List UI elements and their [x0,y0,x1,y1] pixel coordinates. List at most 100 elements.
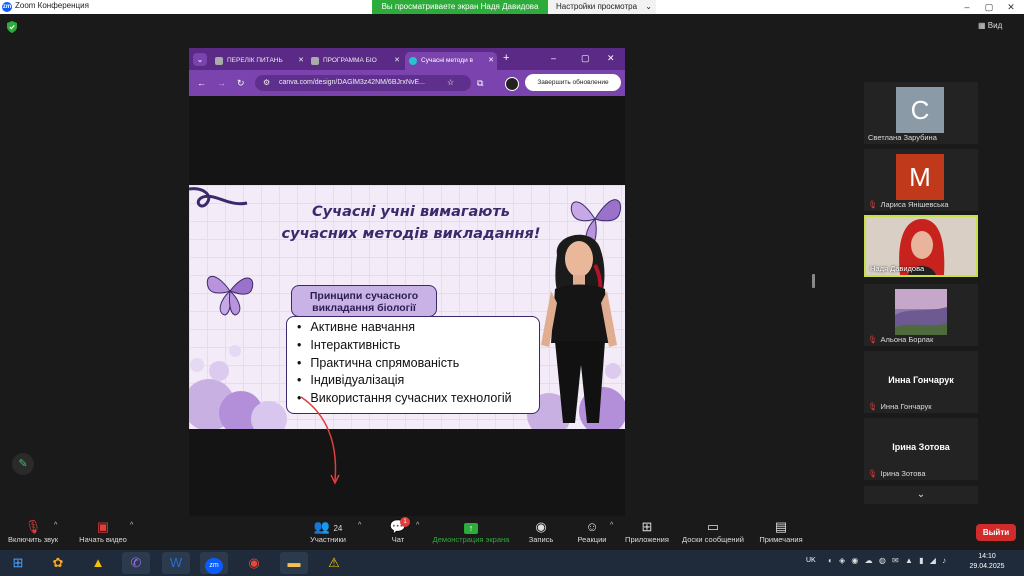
warning-app-icon[interactable]: ⚠ [320,552,348,574]
paint-app-icon[interactable]: ✿ [44,552,72,574]
maximize-icon[interactable]: ▢ [978,0,1000,14]
close-icon[interactable]: ✕ [1000,0,1022,14]
participant-tile-active-speaker[interactable]: Надя Давидова [864,215,978,277]
language-indicator[interactable]: UK [806,557,816,564]
gallery-next-chevron-icon[interactable]: ⌄ [864,486,978,504]
screen-share-banner: Вы просматриваете экран Надя Давидова [372,0,548,14]
participant-display-name: Инна Гончарук [888,375,954,385]
zoom-app-icon[interactable]: zm [200,552,228,574]
window-title: Zoom Конференция [15,1,89,10]
extensions-icon[interactable]: ⧉ [477,75,483,91]
list-item: Індивідуалізація [297,372,512,390]
reactions-button[interactable]: ☺ Реакции [574,519,610,544]
video-options-caret-icon[interactable]: ^ [130,522,133,529]
list-item: Інтерактивність [297,337,512,355]
close-tab-icon[interactable]: ✕ [488,52,494,70]
slide-title: Сучасні учні вимагають сучасних методів … [279,201,543,245]
whiteboard-icon: ▭ [706,519,720,534]
participants-count: 24 [333,524,343,533]
profile-avatar[interactable] [505,77,519,91]
unmute-label: Включить звук [7,535,59,544]
flowers-decoration [189,345,287,429]
principles-heading: Принципи сучасного викладання біології [291,285,437,317]
butterfly-decoration [206,276,254,316]
url-text: canva.com/design/DAGlM3z42NM/6BJrxNvE... [279,79,425,86]
participant-tile[interactable]: Ірина Зотова 🎙 Ірина Зотова [864,418,978,480]
audio-options-caret-icon[interactable]: ^ [54,522,57,529]
chrome-app-icon[interactable]: ◉ [240,552,268,574]
gallery-splitter[interactable] [812,274,815,288]
browser-tab[interactable]: ПЕРЕЛІК ПИТАНЬ ✕ [211,52,307,70]
participant-image [895,289,947,335]
viber-app-icon[interactable]: ✆ [122,552,150,574]
taskbar-clock[interactable]: 14:10 29.04.2025 [962,552,1012,572]
annotate-pencil-icon[interactable]: ✎ [12,453,34,475]
new-tab-icon[interactable]: + [503,52,509,64]
participant-tile[interactable]: Инна Гончарук 🎙 Инна Гончарук [864,351,978,413]
tab-label: Сучасні методи в [421,57,473,64]
view-button[interactable]: ▦ Вид [978,21,1002,30]
start-video-label: Начать видео [79,535,127,544]
close-icon[interactable]: ✕ [607,53,615,64]
participants-caret-icon[interactable]: ^ [358,522,361,529]
system-tray-icons[interactable]: ◐ ◈ ◉ ☁ ◍ ✉ ▲ ▮ ◢ ♪ [828,556,948,565]
avatar: М [896,154,944,200]
shield-icon[interactable] [7,21,17,33]
leave-button[interactable]: Выйти [976,524,1016,541]
chevron-down-icon: ⌄ [645,2,652,11]
notes-button[interactable]: ▤ Примечания [756,519,806,544]
video-off-icon: ▣ [96,519,110,534]
file-explorer-icon[interactable]: ▬ [280,552,308,574]
participant-display-name: Ірина Зотова [892,442,950,452]
zoom-logo-icon: zm [2,2,12,12]
record-button[interactable]: ◉ Запись [524,519,558,544]
share-screen-icon: ↑ [430,519,512,535]
participant-name: Альона Борлак [880,335,934,344]
close-tab-icon[interactable]: ✕ [394,52,400,70]
participant-tile[interactable]: С Светлана Зарубина [864,82,978,144]
forward-icon[interactable]: → [217,75,226,91]
notes-label: Примечания [759,535,803,544]
share-screen-button[interactable]: ↑ Демонстрация экрана [430,519,512,544]
participant-name-row: 🎙 Ірина Зотова [868,469,926,478]
browser-tab-active[interactable]: Сучасні методи в ✕ [405,52,497,70]
app-triangle-icon[interactable]: ▲ [84,552,112,574]
document-icon [311,57,319,65]
document-icon [215,57,223,65]
browser-tab[interactable]: ПРОГРАММА БІО ✕ [307,52,403,70]
view-label: Вид [987,21,1003,30]
canva-icon [409,57,417,65]
star-icon[interactable]: ☆ [447,75,454,91]
reload-icon[interactable]: ↻ [237,75,245,91]
record-icon: ◉ [535,519,547,534]
grid-icon: ▦ [978,21,986,30]
participant-name-row: 🎙 Альона Борлак [868,335,933,344]
chat-caret-icon[interactable]: ^ [416,522,419,529]
finish-update-button[interactable]: Завершить обновление [525,74,621,91]
apps-button[interactable]: ⊞ Приложения [622,519,672,544]
reactions-caret-icon[interactable]: ^ [610,522,613,529]
windows-start-icon[interactable]: ⊞ [4,552,32,574]
view-settings-label: Настройки просмотра [556,2,638,11]
participant-name: Инна Гончарук [880,402,932,411]
mic-muted-icon: 🎙 [868,335,878,344]
url-field[interactable]: ⚙ canva.com/design/DAGlM3z42NM/6BJrxNvE.… [255,75,471,91]
chat-label: Чат [391,535,405,544]
close-tab-icon[interactable]: ✕ [298,52,304,70]
minimize-icon[interactable]: – [551,53,556,63]
mic-muted-icon: 🎙 [868,469,878,478]
whiteboards-button[interactable]: ▭ Доски сообщений [678,519,748,544]
site-info-icon[interactable]: ⚙ [263,75,270,91]
word-app-icon[interactable]: W [162,552,190,574]
view-settings-dropdown[interactable]: Настройки просмотра ⌄ [548,0,656,14]
maximize-icon[interactable]: ▢ [581,53,590,64]
start-video-button[interactable]: ▣ Начать видео [76,519,130,544]
participant-tile[interactable]: 🎙 Альона Борлак [864,284,978,346]
participant-tile[interactable]: М 🎙 Лариса Янішевська [864,149,978,211]
list-item: Практична спрямованість [297,355,512,373]
participant-name-row: 🎙 Инна Гончарук [868,402,932,411]
participants-button[interactable]: 👥 24 Участники [306,519,350,544]
tab-list-icon[interactable]: ⌄ [193,53,207,66]
back-icon[interactable]: ← [197,75,206,91]
minimize-icon[interactable]: – [956,0,978,14]
